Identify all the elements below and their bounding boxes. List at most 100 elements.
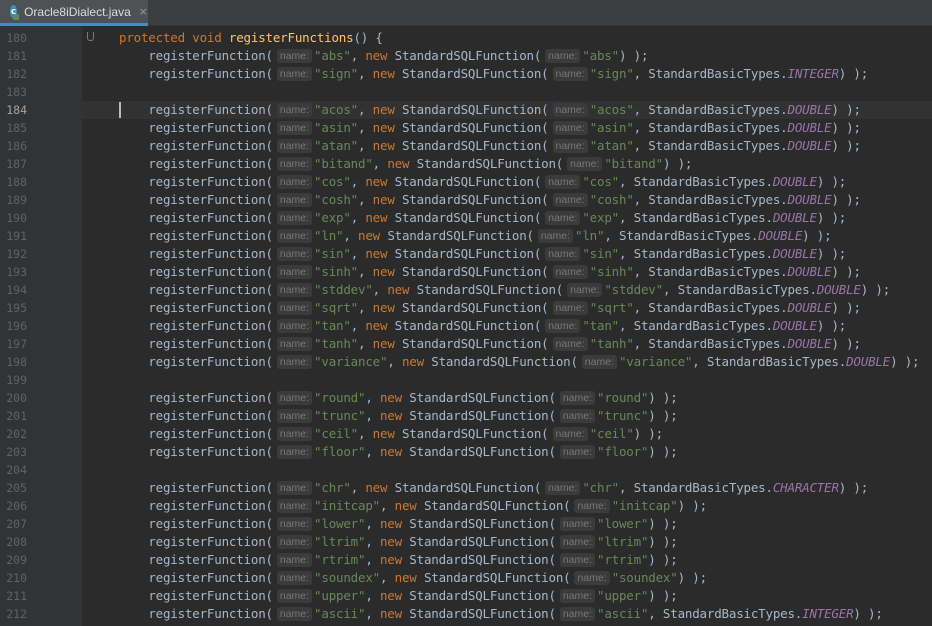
type-constant: CHARACTER	[772, 480, 839, 495]
class-name: StandardSQLFunction(	[401, 426, 549, 441]
parameter-hint: name:	[559, 553, 595, 567]
line-number: 212	[6, 607, 27, 621]
class-name: StandardSQLFunction(	[401, 264, 549, 279]
class-name: StandardSQLFunction(	[401, 102, 549, 117]
type-constant: DOUBLE	[772, 174, 817, 189]
code-line[interactable]: 180 protected void registerFunctions() {	[0, 29, 932, 47]
code-line[interactable]: 208 registerFunction(name: "ltrim", new S…	[0, 533, 932, 551]
call-name: registerFunction(	[148, 390, 273, 405]
method-name: registerFunctions	[228, 30, 354, 45]
keyword-new: new	[365, 318, 388, 333]
code-line[interactable]: 188 registerFunction(name: "cos", new Sta…	[0, 173, 932, 191]
call-name: registerFunction(	[148, 552, 273, 567]
line-number: 207	[6, 517, 27, 531]
call-name: registerFunction(	[148, 354, 273, 369]
string-literal: "abs"	[582, 48, 619, 63]
string-literal: "soundex"	[611, 570, 678, 585]
code-line[interactable]: 182 registerFunction(name: "sign", new St…	[0, 65, 932, 83]
parameter-hint: name:	[552, 121, 588, 135]
tab-oracle8i-dialect[interactable]: c Oracle8iDialect.java ×	[0, 0, 148, 26]
code-line[interactable]: 190 registerFunction(name: "exp", new Sta…	[0, 209, 932, 227]
string-literal: "variance"	[314, 354, 388, 369]
line-number: 194	[6, 283, 27, 297]
parameter-hint: name:	[567, 157, 603, 171]
keyword-new: new	[379, 390, 402, 405]
code-line[interactable]: 194 registerFunction(name: "stddev", new …	[0, 281, 932, 299]
code-line[interactable]: 204	[0, 461, 932, 479]
type-constant: DOUBLE	[787, 120, 832, 135]
parameter-hint: name:	[559, 607, 595, 621]
parameter-hint: name:	[276, 283, 313, 297]
code-line[interactable]: 195 registerFunction(name: "sqrt", new St…	[0, 299, 932, 317]
code-line[interactable]: 211 registerFunction(name: "upper", new S…	[0, 587, 932, 605]
string-literal: "cosh"	[314, 192, 359, 207]
code-line[interactable]: 184 registerFunction(name: "acos", new St…	[0, 101, 932, 119]
string-literal: "lower"	[314, 516, 366, 531]
code-line[interactable]: 192 registerFunction(name: "sin", new Sta…	[0, 245, 932, 263]
code-line[interactable]: 187 registerFunction(name: "bitand", new …	[0, 155, 932, 173]
class-name: StandardSQLFunction(	[401, 336, 549, 351]
code-line[interactable]: 189 registerFunction(name: "cosh", new St…	[0, 191, 932, 209]
close-icon[interactable]: ×	[139, 5, 148, 18]
line-number: 202	[6, 427, 27, 441]
parameter-hint: name:	[559, 445, 595, 459]
method-params: () {	[353, 30, 383, 45]
code-line[interactable]: 207 registerFunction(name: "lower", new S…	[0, 515, 932, 533]
code-line[interactable]: 183	[0, 83, 932, 101]
code-line[interactable]: 185 registerFunction(name: "asin", new St…	[0, 119, 932, 137]
call-name: registerFunction(	[148, 408, 273, 423]
code-line[interactable]: 196 registerFunction(name: "tan", new Sta…	[0, 317, 932, 335]
code-text: registerFunction(name: "sinh", new Standa…	[148, 264, 861, 279]
code-line[interactable]: 202 registerFunction(name: "ceil", new St…	[0, 425, 932, 443]
code-line[interactable]: 186 registerFunction(name: "atan", new St…	[0, 137, 932, 155]
parameter-hint: name:	[276, 535, 313, 549]
parameter-hint: name:	[276, 157, 313, 171]
code-line[interactable]: 203 registerFunction(name: "floor", new S…	[0, 443, 932, 461]
line-number: 203	[6, 445, 27, 459]
parameter-hint: name:	[276, 139, 313, 153]
code-line[interactable]: 206 registerFunction(name: "initcap", new…	[0, 497, 932, 515]
call-name: registerFunction(	[148, 156, 273, 171]
call-name: registerFunction(	[148, 282, 273, 297]
parameter-hint: name:	[276, 103, 313, 117]
string-literal: "ln"	[314, 228, 344, 243]
code-text: registerFunction(name: "ltrim", new Stand…	[148, 534, 678, 549]
string-literal: "ltrim"	[314, 534, 366, 549]
parameter-hint: name:	[545, 481, 581, 495]
call-name: registerFunction(	[148, 588, 273, 603]
string-literal: "ascii"	[597, 606, 649, 621]
class-name: StandardSQLFunction(	[416, 282, 564, 297]
code-line[interactable]: 193 registerFunction(name: "sinh", new St…	[0, 263, 932, 281]
class-name: StandardSQLFunction(	[394, 318, 542, 333]
code-line[interactable]: 209 registerFunction(name: "rtrim", new S…	[0, 551, 932, 569]
class-name: StandardSQLFunction(	[394, 480, 542, 495]
code-line[interactable]: 210 registerFunction(name: "soundex", new…	[0, 569, 932, 587]
code-text: registerFunction(name: "sin", new Standar…	[148, 246, 847, 261]
code-line[interactable]: 191 registerFunction(name: "ln", new Stan…	[0, 227, 932, 245]
class-name: StandardSQLFunction(	[394, 246, 542, 261]
call-name: registerFunction(	[148, 120, 273, 135]
code-line[interactable]: 197 registerFunction(name: "tanh", new St…	[0, 335, 932, 353]
tab-title[interactable]: Oracle8iDialect.java	[24, 5, 131, 19]
keyword-new: new	[365, 210, 388, 225]
keyword-new: new	[372, 336, 395, 351]
parameter-hint: name:	[276, 409, 313, 423]
code-line[interactable]: 205 registerFunction(name: "chr", new Sta…	[0, 479, 932, 497]
code-line[interactable]: 181 registerFunction(name: "abs", new Sta…	[0, 47, 932, 65]
line-number: 204	[6, 463, 27, 477]
code-text: registerFunction(name: "lower", new Stand…	[148, 516, 678, 531]
parameter-hint: name:	[276, 391, 313, 405]
line-number: 193	[6, 265, 27, 279]
keyword-new: new	[379, 444, 402, 459]
parameter-hint: name:	[276, 193, 313, 207]
parameter-hint: name:	[545, 211, 581, 225]
code-text: registerFunction(name: "cos", new Standar…	[148, 174, 847, 189]
call-name: registerFunction(	[148, 174, 273, 189]
code-line[interactable]: 199	[0, 371, 932, 389]
code-line[interactable]: 198 registerFunction(name: "variance", ne…	[0, 353, 932, 371]
code-line[interactable]: 201 registerFunction(name: "trunc", new S…	[0, 407, 932, 425]
code-line[interactable]: 212 registerFunction(name: "ascii", new S…	[0, 605, 932, 623]
code-line[interactable]: 200 registerFunction(name: "round", new S…	[0, 389, 932, 407]
code-text: registerFunction(name: "chr", new Standar…	[148, 480, 869, 495]
string-literal: "abs"	[314, 48, 351, 63]
